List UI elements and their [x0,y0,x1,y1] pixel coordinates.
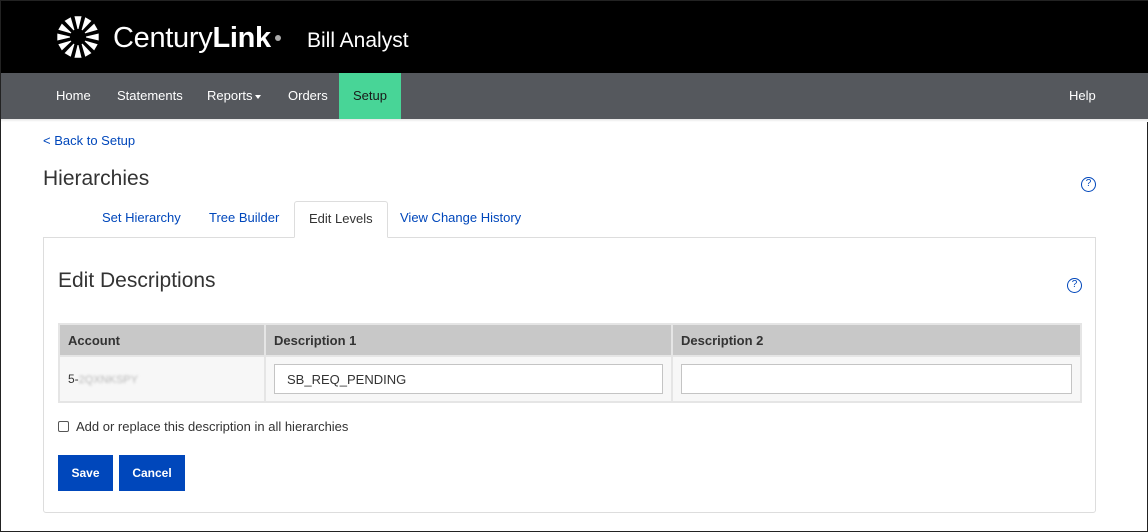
nav-shadow [1,119,1148,122]
save-button[interactable]: Save [58,455,113,491]
logo-ray [74,44,82,58]
panel-help-icon[interactable]: ? [1067,278,1082,293]
nav-help[interactable]: Help [1069,73,1096,119]
tab-set-hierarchy[interactable]: Set Hierarchy [102,201,181,238]
help-icon[interactable]: ? [1081,177,1096,192]
caret-down-icon [254,94,261,99]
logo-ray [74,16,82,30]
main-nav: Home Statements Reports Orders Setup Hel… [1,73,1148,119]
edit-descriptions-panel: Edit Descriptions ? Account Description … [43,237,1096,513]
description-2-input[interactable] [681,364,1072,394]
table-row: 5-2QXNKSPY [58,355,1082,403]
starburst-logo-icon [57,16,99,58]
brand-logo[interactable]: CenturyLink [113,22,271,55]
top-header: CenturyLink Bill Analyst [1,1,1148,73]
description-2-cell [671,355,1082,403]
descriptions-table: Account Description 1 Description 2 5-2Q… [58,323,1082,403]
brand-bold-text: Link [212,22,271,54]
tab-edit-levels[interactable]: Edit Levels [294,201,388,238]
page-title: Hierarchies [43,167,150,190]
column-header-description-1: Description 1 [264,323,673,357]
table-header-row: Account Description 1 Description 2 [58,323,1082,357]
app-name: Bill Analyst [307,29,409,52]
brand-light-text: Century [113,22,213,54]
panel-title: Edit Descriptions [58,269,216,292]
registered-mark-icon [275,35,281,41]
account-prefix: 5- [68,372,79,386]
logo-ray [85,33,99,41]
apply-all-hierarchies-checkbox[interactable] [58,421,69,432]
cancel-button[interactable]: Cancel [119,455,185,491]
account-cell: 5-2QXNKSPY [58,355,266,403]
logo-ray [57,33,71,41]
back-to-setup-link[interactable]: < Back to Setup [43,133,135,148]
tab-tree-builder[interactable]: Tree Builder [209,201,279,238]
apply-all-hierarchies-option[interactable]: Add or replace this description in all h… [58,419,348,434]
nav-home[interactable]: Home [56,73,91,119]
apply-all-hierarchies-label: Add or replace this description in all h… [76,419,349,434]
nav-statements[interactable]: Statements [117,73,183,119]
column-header-description-2: Description 2 [671,323,1082,357]
description-1-cell [264,355,673,403]
description-1-input[interactable] [274,364,663,394]
nav-setup[interactable]: Setup [339,73,401,119]
tab-view-change-history[interactable]: View Change History [400,201,521,238]
nav-reports-label: Reports [207,88,253,103]
column-header-account: Account [58,323,266,357]
nav-reports[interactable]: Reports [207,73,261,119]
account-number-masked: 2QXNKSPY [78,374,138,386]
nav-orders[interactable]: Orders [288,73,328,119]
